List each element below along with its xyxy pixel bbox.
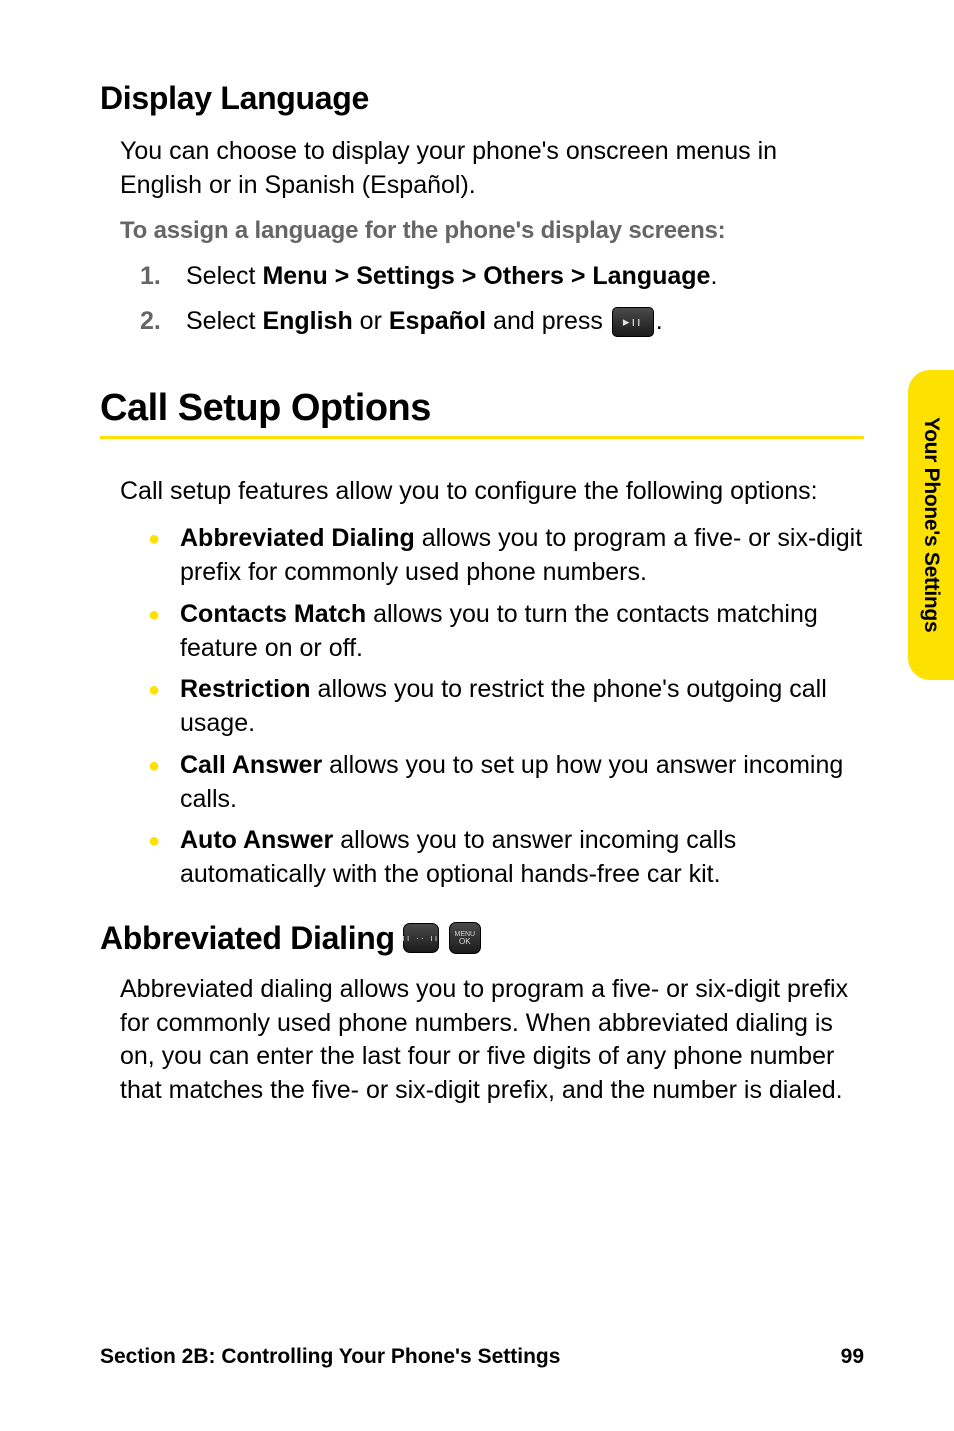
bullet-abbrev-dialing: ● Abbreviated Dialing allows you to prog… — [148, 522, 864, 590]
bullet-icon: ● — [148, 598, 180, 666]
option-english: English — [262, 307, 352, 335]
text-end: . — [656, 307, 663, 335]
instruction-heading: To assign a language for the phone's dis… — [120, 217, 864, 245]
heading-rule — [100, 436, 864, 439]
text-post: and press — [486, 307, 610, 335]
bullet-icon: ● — [148, 749, 180, 817]
play-pause-key-icon: ▸ıı — [612, 307, 654, 337]
menu-path: Menu > Settings > Others > Language — [262, 262, 710, 290]
bullet-icon: ● — [148, 673, 180, 741]
heading-display-language: Display Language — [100, 80, 864, 117]
section-tab-label: Your Phone's Settings — [919, 417, 943, 632]
option-espanol: Español — [389, 307, 486, 335]
step-2: 2. Select English or Español and press ▸… — [140, 304, 864, 339]
bullet-contacts-match: ● Contacts Match allows you to turn the … — [148, 598, 864, 666]
step-number: 2. — [140, 304, 186, 339]
heading-label: Abbreviated Dialing — [100, 920, 395, 957]
bullet-icon: ● — [148, 824, 180, 892]
bullet-restriction: ● Restriction allows you to restrict the… — [148, 673, 864, 741]
bullet-term: Contacts Match — [180, 600, 366, 628]
footer-section-title: Section 2B: Controlling Your Phone's Set… — [100, 1345, 560, 1369]
bullet-auto-answer: ● Auto Answer allows you to answer incom… — [148, 824, 864, 892]
step-number: 1. — [140, 259, 186, 294]
text-pre: Select — [186, 307, 262, 335]
page-number: 99 — [841, 1345, 864, 1369]
bullet-term: Restriction — [180, 675, 311, 703]
heading-abbrev-dialing: Abbreviated Dialing ıı ·· ıı MENUOK — [100, 920, 864, 957]
nav-key-icon: ıı ·· ıı — [403, 923, 439, 953]
section-tab: Your Phone's Settings — [908, 370, 954, 680]
menu-ok-key-icon: MENUOK — [449, 922, 481, 954]
body-call-setup-intro: Call setup features allow you to configu… — [120, 475, 864, 509]
body-abbrev-dialing: Abbreviated dialing allows you to progra… — [120, 973, 864, 1108]
text-pre: Select — [186, 262, 262, 290]
heading-call-setup: Call Setup Options — [100, 387, 864, 430]
bullet-icon: ● — [148, 522, 180, 590]
step-text: Select Menu > Settings > Others > Langua… — [186, 259, 717, 294]
page-footer: Section 2B: Controlling Your Phone's Set… — [100, 1345, 864, 1369]
bullet-call-answer: ● Call Answer allows you to set up how y… — [148, 749, 864, 817]
text-mid: or — [353, 307, 389, 335]
bullet-term: Call Answer — [180, 751, 322, 779]
step-text: Select English or Español and press ▸ıı. — [186, 304, 663, 339]
text-post: . — [710, 262, 717, 290]
bullet-term: Abbreviated Dialing — [180, 524, 415, 552]
body-display-language: You can choose to display your phone's o… — [120, 135, 864, 203]
step-1: 1. Select Menu > Settings > Others > Lan… — [140, 259, 864, 294]
bullet-term: Auto Answer — [180, 826, 333, 854]
